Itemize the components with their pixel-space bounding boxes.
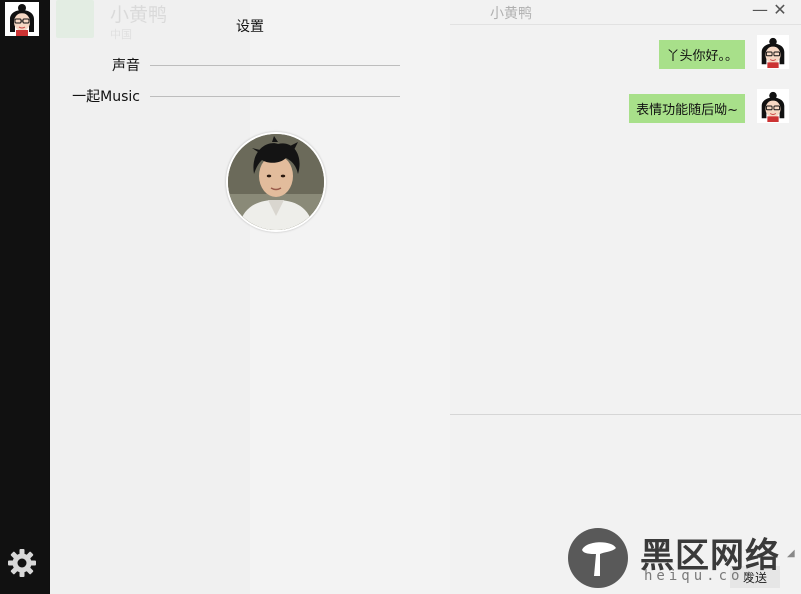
message-list: 丫头你好。。 表情功能随后呦~ bbox=[450, 25, 801, 415]
message-bubble: 表情功能随后呦~ bbox=[629, 94, 745, 123]
profile-photo[interactable] bbox=[226, 132, 326, 232]
settings-drawer: 小黄鸭 中国 设置 声音 一起Music bbox=[50, 0, 450, 594]
close-icon[interactable]: ✕ bbox=[772, 1, 788, 19]
watermark-logo-icon bbox=[568, 528, 628, 588]
sender-avatar-icon[interactable] bbox=[757, 89, 789, 123]
setting-label-sound[interactable]: 声音 bbox=[112, 55, 140, 75]
drawer-title: 设置 bbox=[236, 19, 264, 35]
minimize-button[interactable]: — bbox=[752, 1, 768, 19]
setting-divider bbox=[150, 65, 400, 66]
setting-divider bbox=[150, 96, 400, 97]
setting-label-music[interactable]: 一起Music bbox=[72, 86, 140, 106]
setting-row-music[interactable]: 一起Music bbox=[50, 86, 450, 106]
gear-icon[interactable] bbox=[7, 548, 37, 578]
chat-header: 小黄鸭 — ✕ bbox=[450, 0, 801, 25]
message-item: 丫头你好。。 bbox=[450, 25, 801, 69]
message-bubble: 丫头你好。。 bbox=[659, 40, 745, 69]
site-watermark: 黑区网络 heiqu.com bbox=[568, 528, 798, 590]
left-rail bbox=[0, 0, 50, 594]
chat-window: 小黄鸭 — ✕ 丫头你好。。 表情功能随后呦~ ◢ 发送 bbox=[450, 0, 801, 594]
message-item: 表情功能随后呦~ bbox=[450, 79, 801, 123]
setting-row-sound[interactable]: 声音 bbox=[50, 55, 450, 75]
watermark-url: heiqu.com bbox=[644, 568, 756, 584]
sender-avatar-icon[interactable] bbox=[757, 35, 789, 69]
chat-title: 小黄鸭 bbox=[490, 6, 532, 22]
user-avatar-icon[interactable] bbox=[5, 2, 39, 36]
